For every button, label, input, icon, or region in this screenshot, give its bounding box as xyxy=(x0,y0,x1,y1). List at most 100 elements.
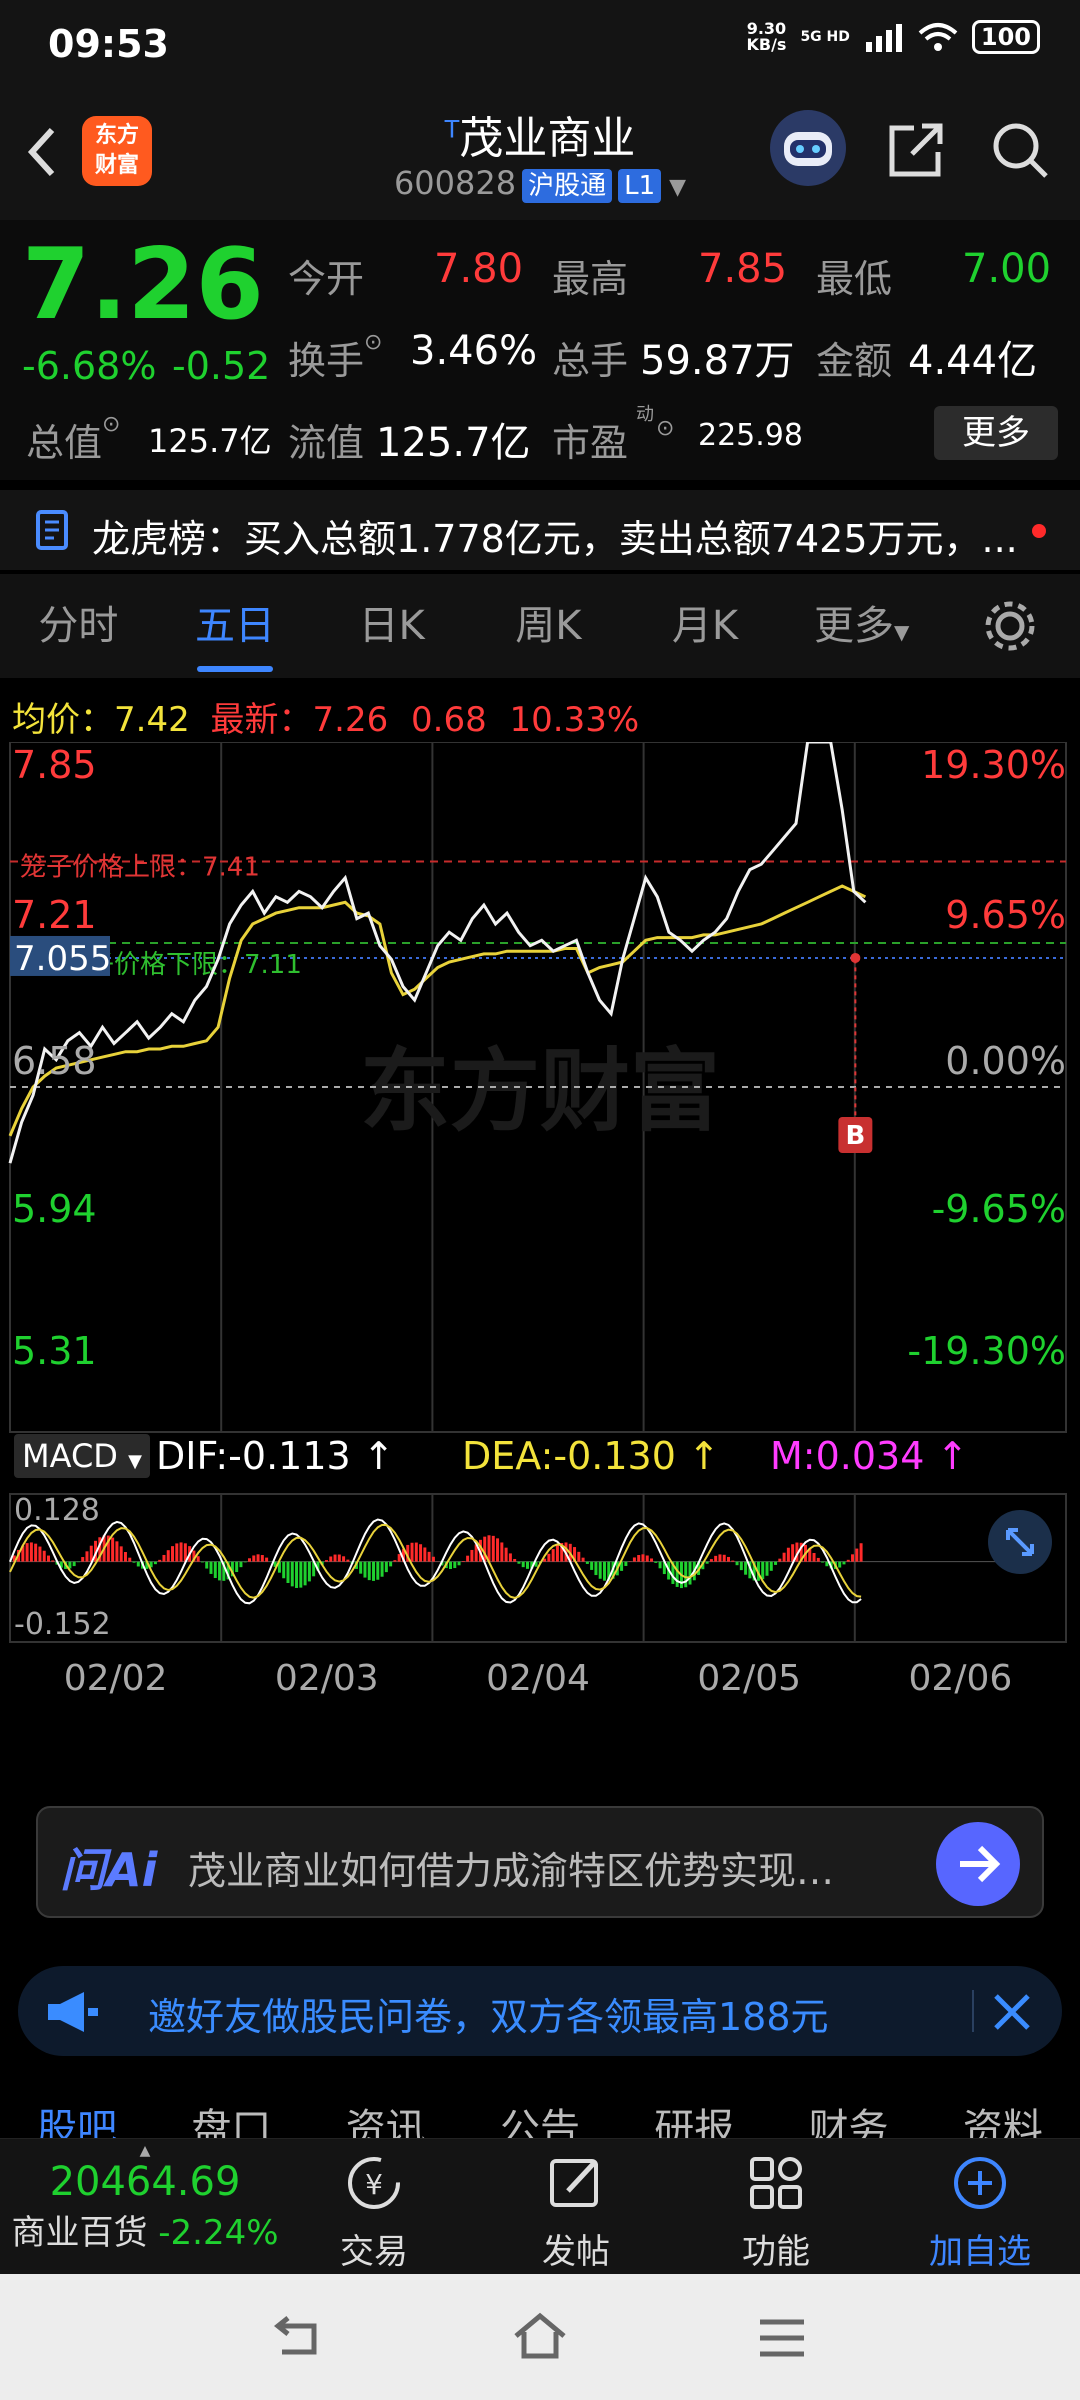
value-float-cap: 125.7亿 xyxy=(376,420,531,466)
ask-ai-bar[interactable]: 问Ai 茂业商业如何借力成渝特区优势实现… xyxy=(36,1806,1044,1918)
chart-settings[interactable] xyxy=(940,574,1080,678)
signal-dot xyxy=(850,952,861,963)
index-value: 20464.69 xyxy=(49,2159,241,2205)
content-tabs: 股吧 盘口 资讯 公告 研报 财务 资料 xyxy=(0,2090,1080,2138)
add-watchlist-button[interactable]: 加自选 xyxy=(890,2151,1070,2273)
tab-research[interactable]: 研报 xyxy=(654,2090,734,2138)
left-tick-label: 7.85 xyxy=(12,743,97,787)
invite-banner[interactable]: 邀好友做股民问卷，双方各领最高188元 xyxy=(18,1966,1062,2056)
robot-assistant-icon[interactable] xyxy=(770,110,846,186)
day-label: 02/04 xyxy=(486,1658,590,1699)
stock-header: 东方 财富 T茂业商业 600828 沪股通 L1 ▼ xyxy=(0,80,1080,220)
info-icon[interactable]: ⊙ xyxy=(102,412,120,437)
day-label: 02/02 xyxy=(64,1658,168,1699)
pe-dynamic-mark: 动 xyxy=(636,404,654,425)
right-tick-label: 9.65% xyxy=(945,893,1066,937)
arrow-right-icon[interactable] xyxy=(936,1822,1020,1906)
document-icon xyxy=(36,510,68,550)
system-nav-bar xyxy=(0,2274,1080,2400)
quote-panel: 7.26 -6.68% -0.52 今开 7.80 最高 7.85 最低 7.0… xyxy=(0,220,1080,480)
cage-upper-label: 笼子价格上限：7.41 xyxy=(20,853,260,883)
gear-icon xyxy=(985,601,1035,651)
left-tick-label: 5.94 xyxy=(12,1187,97,1231)
trade-button[interactable]: ¥ 交易 xyxy=(284,2151,464,2273)
dragon-tiger-bar[interactable]: 龙虎榜：买入总额1.778亿元，卖出总额7425万元，... xyxy=(0,490,1080,570)
bottom-toolbar: ▲ 20464.69 商业百货 -2.24% ¥ 交易 发帖 功能 加自选 xyxy=(0,2138,1080,2274)
value-volume: 59.87万 xyxy=(640,338,795,384)
info-icon[interactable]: ⊙ xyxy=(364,330,382,355)
change-pct: -6.68% xyxy=(22,344,157,388)
signal-label: B xyxy=(845,1121,865,1151)
left-tick-label: 5.31 xyxy=(12,1329,97,1373)
svg-text:¥: ¥ xyxy=(365,2168,383,2201)
tab-news[interactable]: 资讯 xyxy=(346,2090,426,2138)
macd-min-label: -0.152 xyxy=(14,1607,111,1642)
tab-pankou[interactable]: 盘口 xyxy=(191,2090,271,2138)
tab-daily-k[interactable]: 日K xyxy=(313,574,470,678)
tab-announcements[interactable]: 公告 xyxy=(500,2090,580,2138)
tab-more[interactable]: 更多▼ xyxy=(783,574,940,678)
tab-finance[interactable]: 财务 xyxy=(809,2090,889,2138)
tab-weekly-k[interactable]: 周K xyxy=(470,574,627,678)
sector-index[interactable]: ▲ 20464.69 商业百货 -2.24% xyxy=(0,2143,290,2254)
status-bar: 09:53 9.30 KB/s 5G HD 100 xyxy=(0,0,1080,80)
tab-intraday[interactable]: 分时 xyxy=(0,574,157,678)
day-label: 02/03 xyxy=(275,1658,379,1699)
post-button[interactable]: 发帖 xyxy=(486,2151,666,2273)
label-volume: 总手 xyxy=(552,339,629,383)
share-icon[interactable] xyxy=(884,118,948,182)
divider xyxy=(972,1990,974,2032)
battery-icon: 100 xyxy=(971,20,1040,54)
label-total-cap: 总值 xyxy=(26,421,103,465)
functions-button[interactable]: 功能 xyxy=(686,2151,866,2273)
tab-guba[interactable]: 股吧 xyxy=(37,2090,117,2138)
right-tick-label: -19.30% xyxy=(907,1329,1066,1373)
macd-m: M:0.034 ↑ xyxy=(770,1434,969,1478)
label-float-cap: 流值 xyxy=(288,421,365,465)
chart-legend: 均价：7.42 最新：7.26 0.68 10.33% xyxy=(12,700,640,740)
plus-circle-icon xyxy=(954,2157,1006,2209)
macd-dea: DEA:-0.130 ↑ xyxy=(462,1434,720,1478)
tab-five-day[interactable]: 五日 xyxy=(157,574,314,678)
home-nav-icon[interactable] xyxy=(510,2310,570,2364)
clock: 09:53 xyxy=(48,22,169,66)
signal-icon xyxy=(865,24,902,52)
label-low: 最低 xyxy=(816,257,893,301)
tab-profile[interactable]: 资料 xyxy=(963,2090,1043,2138)
close-icon[interactable] xyxy=(990,1990,1034,2034)
right-tick-label: 0.00% xyxy=(945,1039,1066,1083)
index-name: 商业百货 -2.24% xyxy=(11,2213,279,2253)
change-value: -0.52 xyxy=(172,344,271,388)
value-amount: 4.44亿 xyxy=(908,338,1038,384)
left-tick-label: 7.21 xyxy=(12,893,97,937)
trade-icon: ¥ xyxy=(348,2157,400,2209)
label-high: 最高 xyxy=(552,257,629,301)
label-open: 今开 xyxy=(288,257,365,301)
value-total-cap: 125.7亿 xyxy=(148,422,272,460)
net-speed: 9.30 KB/s xyxy=(746,19,787,54)
label-turnover: 换手 xyxy=(288,339,365,383)
more-quote-button[interactable]: 更多 xyxy=(934,406,1058,460)
value-low: 7.00 xyxy=(962,246,1052,292)
menu-nav-icon[interactable] xyxy=(754,2314,810,2362)
dragon-tiger-text: 龙虎榜：买入总额1.778亿元，卖出总额7425万元，... xyxy=(92,517,1018,561)
ai-label: 问Ai xyxy=(60,1843,158,1897)
label-amount: 金额 xyxy=(816,339,893,383)
five-day-chart[interactable]: 均价：7.42 最新：7.26 0.68 10.33% 东方财富 笼子价格上限：7… xyxy=(0,680,1080,1760)
tab-monthly-k[interactable]: 月K xyxy=(627,574,784,678)
indicator-select[interactable]: MACD ▼ xyxy=(14,1434,150,1478)
macd-dif: DIF:-0.113 ↑ xyxy=(156,1434,395,1478)
price-chart-svg: 东方财富笼子价格上限：7.41笼子价格下限：7.11B7.0557.857.21… xyxy=(8,742,1067,1699)
search-icon[interactable] xyxy=(988,118,1052,182)
value-pe: 225.98 xyxy=(698,418,803,453)
right-tick-label: 19.30% xyxy=(921,743,1066,787)
expand-icon[interactable] xyxy=(988,1510,1052,1574)
watermark: 东方财富 xyxy=(360,1039,720,1144)
info-icon[interactable]: ⊙ xyxy=(656,416,674,441)
cursor-price: 7.055 xyxy=(14,939,111,979)
wifi-icon xyxy=(918,23,958,51)
left-tick-label: 6.58 xyxy=(12,1039,97,1083)
macd-max-label: 0.128 xyxy=(14,1493,100,1528)
back-nav-icon[interactable] xyxy=(270,2314,326,2364)
chart-period-tabs: 分时 五日 日K 周K 月K 更多▼ xyxy=(0,574,1080,678)
